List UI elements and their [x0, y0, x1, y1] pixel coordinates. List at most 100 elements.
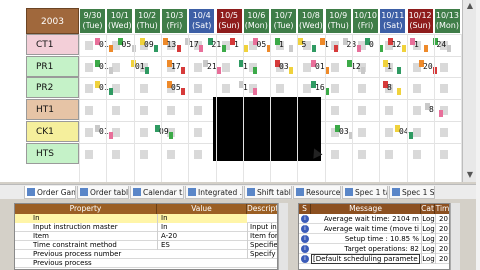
operation-label[interactable]: 03 — [279, 61, 289, 73]
operation-bar[interactable] — [424, 45, 428, 52]
operation-label[interactable]: 16 — [315, 82, 325, 94]
tab-3[interactable]: Integrated ... — [185, 186, 243, 199]
operation-label[interactable]: 24 — [437, 39, 447, 51]
operation-bar[interactable] — [244, 45, 248, 52]
operation-bar[interactable] — [253, 88, 257, 96]
operation-bar[interactable] — [109, 88, 113, 96]
operation-label[interactable]: 0 — [369, 39, 374, 51]
tab-2[interactable]: Calendar t... — [130, 186, 184, 199]
operation-label[interactable]: 05 — [122, 39, 132, 51]
property-value[interactable]: A-20 — [157, 232, 247, 241]
date-column-header[interactable]: 9/30 (Tue) — [79, 8, 106, 34]
message-log[interactable]: S Message Cat Tim i Average wait time: 21… — [298, 203, 450, 270]
date-column-header[interactable]: 10/3 (Fri) — [160, 8, 188, 34]
operation-label[interactable]: 20 — [423, 61, 433, 73]
tab-6[interactable]: Spec 1 table — [342, 186, 388, 199]
operation-bar[interactable] — [361, 66, 365, 74]
date-column-header[interactable]: 10/11 (Sat) — [379, 8, 407, 34]
resource-label[interactable]: CT1 — [26, 34, 79, 55]
time-header[interactable]: Tim — [435, 204, 449, 214]
operation-label[interactable]: 09 — [144, 39, 154, 51]
operation-bar[interactable] — [109, 131, 113, 139]
date-column-header[interactable]: 10/12 (Sun) — [406, 8, 434, 34]
resource-label[interactable]: PR2 — [26, 77, 79, 99]
date-column-header[interactable]: 10/2 (Thu) — [133, 8, 161, 34]
operation-bar[interactable] — [289, 66, 293, 74]
operation-label[interactable]: 03 — [339, 126, 349, 138]
operation-label[interactable]: 01 — [135, 61, 145, 73]
operation-label[interactable]: 17 — [171, 61, 181, 73]
operation-label[interactable]: 5 — [302, 39, 307, 51]
property-row[interactable]: Previous process — [15, 259, 277, 268]
operation-bar[interactable] — [154, 45, 158, 52]
property-value[interactable]: In — [157, 223, 247, 232]
operation-label[interactable]: 1 — [414, 39, 419, 51]
operation-label[interactable]: 13 — [167, 39, 177, 51]
operation-label[interactable]: 1 — [234, 39, 239, 51]
message-header[interactable]: Message — [311, 204, 421, 214]
category-header[interactable]: Cat — [421, 204, 435, 214]
message-scrollbar[interactable] — [450, 203, 460, 270]
message-row[interactable]: i Setup time : 10.85 % Log 20 — [299, 234, 449, 244]
property-row[interactable]: Time constraint method ESSpecifies ES a — [15, 241, 277, 250]
operation-bar[interactable] — [145, 66, 149, 74]
operation-bar[interactable] — [176, 45, 181, 52]
date-column-header[interactable]: 10/10 (Fri) — [352, 8, 379, 34]
resource-label[interactable]: HT1 — [26, 99, 79, 121]
tab-4[interactable]: Shift table — [244, 186, 292, 199]
operation-label[interactable]: 17 — [189, 39, 199, 51]
date-column-header[interactable]: 10/8 (Wed) — [297, 8, 325, 34]
tab-7[interactable]: Spec 1 Setu... — [389, 186, 435, 199]
property-header[interactable]: Property — [15, 204, 157, 214]
message-row[interactable]: i Average wait time (move ti Log 20 — [299, 224, 449, 234]
operation-label[interactable]: 05 — [257, 39, 267, 51]
operation-bar[interactable] — [253, 66, 257, 74]
date-column-header[interactable]: 10/4 (Sat) — [188, 8, 216, 34]
message-row[interactable]: i Average wait time: 2104 m Log 20 — [299, 214, 449, 224]
operation-label[interactable]: 1 — [279, 39, 284, 51]
operation-bar[interactable] — [221, 45, 226, 52]
date-column-header[interactable]: 10/13 (Mon) — [433, 8, 461, 34]
date-column-header[interactable]: 10/6 (Mon) — [242, 8, 270, 34]
message-row[interactable]: i [Default scheduling paramete Log 20 — [299, 254, 449, 264]
operation-label[interactable]: 05 — [171, 82, 181, 94]
property-row[interactable]: In In — [15, 214, 277, 223]
operation-bar[interactable] — [401, 45, 406, 52]
resource-label[interactable]: PR1 — [26, 55, 79, 77]
operation-bar[interactable] — [169, 131, 173, 139]
operation-bar[interactable] — [289, 45, 293, 52]
tab-1[interactable]: Order table — [77, 186, 129, 199]
scroll-up-icon[interactable]: ▲ — [465, 1, 475, 11]
operation-label[interactable]: 12 — [392, 39, 402, 51]
operation-label[interactable]: 01 — [315, 61, 325, 73]
date-column-header[interactable]: 10/1 (Wed) — [106, 8, 134, 34]
operation-bar[interactable] — [109, 45, 113, 52]
operation-label[interactable]: 1 — [387, 61, 392, 73]
gantt-vertical-scrollbar[interactable]: ▲ ▼ — [462, 0, 476, 182]
status-header[interactable]: S — [299, 204, 311, 214]
property-row[interactable]: Input instruction master InInput instruct… — [15, 223, 277, 232]
property-grid[interactable]: Property Value Description InInInput ins… — [14, 203, 278, 270]
date-column-header[interactable]: 10/9 (Thu) — [324, 8, 352, 34]
message-row[interactable]: i Target operations: 82 Log 20 — [299, 244, 449, 254]
operation-label[interactable]: 8 — [387, 82, 392, 94]
operation-bar[interactable] — [181, 66, 185, 74]
operation-bar[interactable] — [217, 66, 221, 74]
tab-0[interactable]: Order Gantt... — [24, 186, 76, 199]
property-row[interactable]: Previous process number Specify here th — [15, 250, 277, 259]
resource-label[interactable]: CK1 — [26, 120, 79, 142]
date-column-header[interactable]: 10/5 (Sun) — [215, 8, 243, 34]
operation-bar[interactable] — [181, 88, 185, 96]
operation-bar[interactable] — [334, 45, 338, 52]
description-header[interactable]: Description — [247, 204, 277, 214]
operation-bar[interactable] — [446, 45, 451, 52]
gantt-chart[interactable]: 20 03 9/30 (Tue) 10/1 (Wed) 10/2 (Thu) 10/3 (Fri… — [0, 0, 462, 182]
scroll-down-icon[interactable]: ▼ — [465, 170, 475, 180]
property-value[interactable]: ES — [157, 241, 247, 250]
operation-bar[interactable] — [356, 45, 361, 52]
property-scrollbar[interactable] — [278, 203, 288, 270]
property-value[interactable]: In — [157, 214, 247, 223]
operation-bar[interactable] — [199, 45, 203, 52]
value-header[interactable]: Value — [157, 204, 247, 214]
operation-bar[interactable] — [311, 45, 316, 52]
